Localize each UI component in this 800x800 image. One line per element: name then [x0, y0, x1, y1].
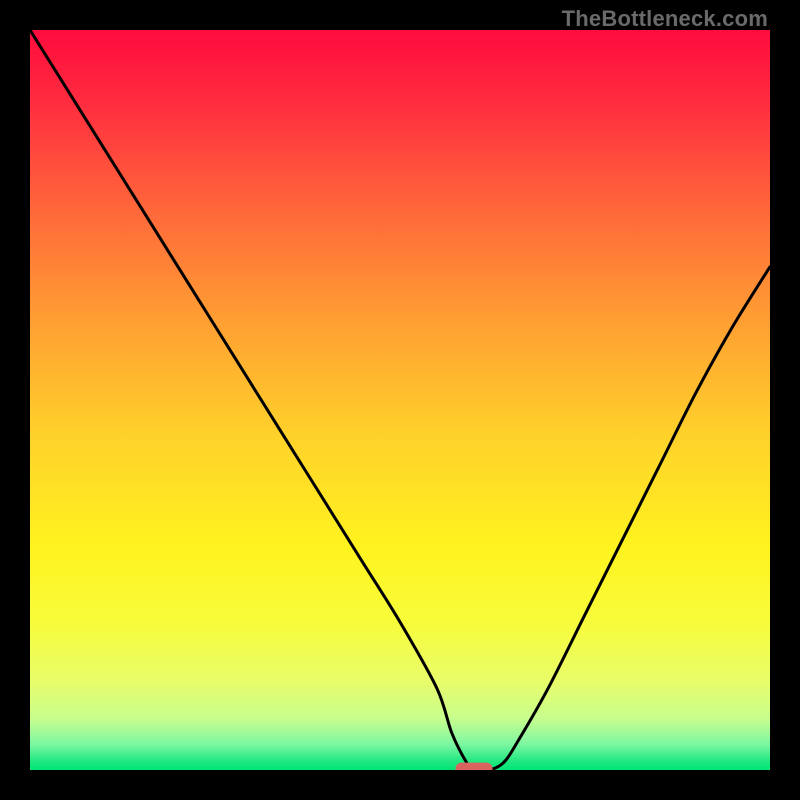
- watermark-text: TheBottleneck.com: [562, 6, 768, 32]
- plot-area: [30, 30, 770, 770]
- chart-frame: TheBottleneck.com: [0, 0, 800, 800]
- bottleneck-chart: [30, 30, 770, 770]
- gradient-background: [30, 30, 770, 770]
- optimum-marker: [456, 763, 493, 770]
